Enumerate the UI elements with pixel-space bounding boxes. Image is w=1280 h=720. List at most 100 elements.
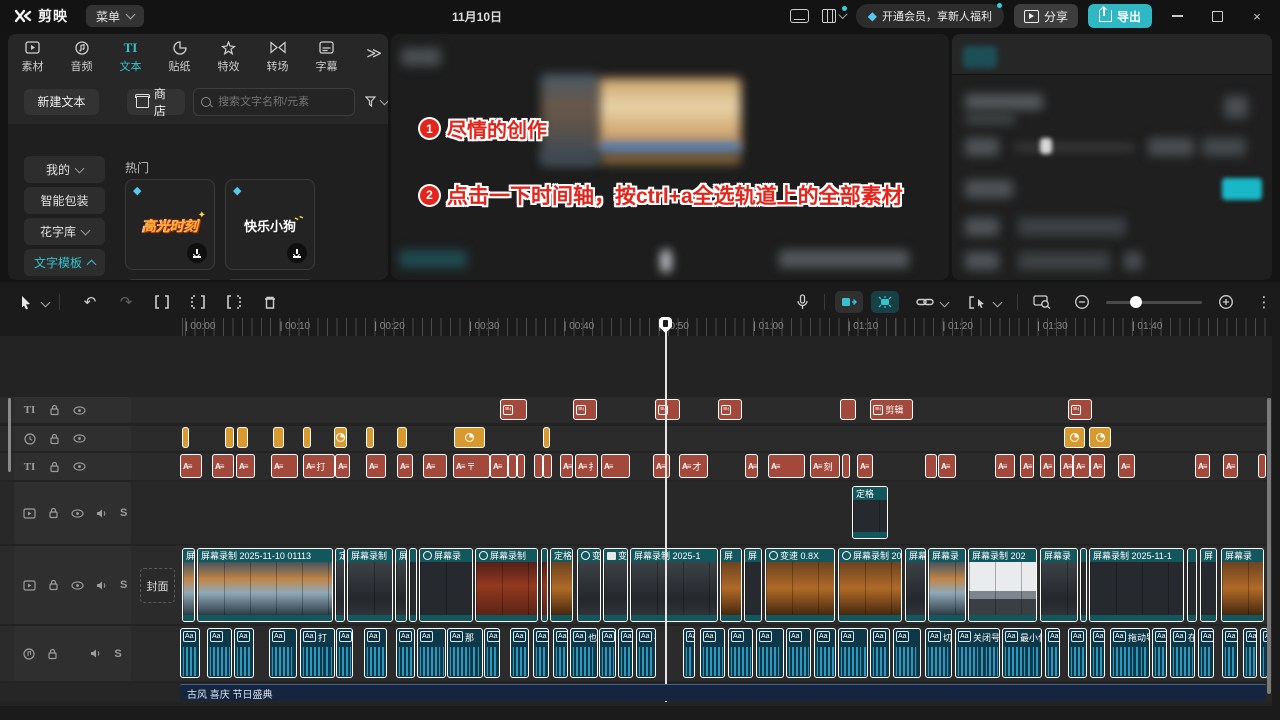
search-box[interactable] bbox=[193, 88, 355, 116]
eye-icon[interactable] bbox=[73, 406, 86, 415]
text-template-clip[interactable]: ≡‹ bbox=[1068, 399, 1092, 420]
effect-clip[interactable] bbox=[225, 427, 234, 448]
zoom-slider-knob[interactable] bbox=[1130, 296, 1142, 308]
text-clip[interactable]: A≡ bbox=[490, 454, 508, 478]
video-clip[interactable] bbox=[541, 548, 548, 622]
audio-text-clip[interactable]: Aa拖动导 bbox=[1110, 628, 1150, 678]
lock-icon[interactable] bbox=[48, 461, 61, 473]
window-minimize-button[interactable] bbox=[1162, 0, 1192, 32]
video-clip[interactable]: 屏 bbox=[182, 548, 195, 622]
video-clip[interactable]: 屏幕录制 2025-11-10 01113 bbox=[197, 548, 333, 622]
video-icon[interactable] bbox=[23, 580, 36, 591]
video-clip[interactable]: 屏 bbox=[1200, 548, 1217, 622]
audio-text-clip[interactable]: Aa bbox=[728, 628, 753, 678]
video-clip[interactable]: 屏幕 bbox=[905, 548, 926, 622]
text-clip[interactable] bbox=[508, 454, 517, 478]
download-button[interactable] bbox=[187, 243, 207, 263]
text-clip[interactable]: A≡ bbox=[397, 454, 413, 478]
share-button[interactable]: 分享 bbox=[1014, 4, 1078, 28]
audio-icon[interactable] bbox=[23, 648, 35, 660]
video-clip[interactable]: 变速 0.8X bbox=[765, 548, 835, 622]
window-close-button[interactable]: × bbox=[1242, 0, 1272, 32]
audio-text-clip[interactable]: Aa bbox=[269, 628, 297, 678]
text-clip[interactable]: A≡ bbox=[1118, 454, 1135, 478]
audio-text-clip[interactable]: Aa bbox=[1045, 628, 1060, 678]
solo-label[interactable]: S bbox=[114, 648, 122, 660]
template-card-partial[interactable]: ◆＼!／ bbox=[225, 279, 315, 280]
layout-panels-icon[interactable] bbox=[822, 7, 846, 25]
clock-icon[interactable] bbox=[23, 433, 36, 445]
freeze-frame-clip[interactable]: 定格 bbox=[852, 486, 888, 539]
video-clip[interactable]: 屏幕录制 20 bbox=[838, 548, 902, 622]
audio-text-clip[interactable]: Aa也 bbox=[570, 628, 598, 678]
eye-icon[interactable] bbox=[73, 434, 86, 443]
audio-text-clip[interactable]: Aa bbox=[1068, 628, 1087, 678]
video-clip[interactable]: 屏幕录制 bbox=[347, 548, 393, 622]
split-delete-right-button[interactable] bbox=[222, 290, 246, 314]
timeline-ruler[interactable]: 00:0000:1000:2000:3000:4000:5001:0001:10… bbox=[0, 318, 1272, 336]
video-clip[interactable]: 屏幕录制 2025-11-1 bbox=[1089, 548, 1184, 622]
audio-text-clip[interactable]: Aa bbox=[1243, 628, 1257, 678]
text-clip[interactable]: A≡ bbox=[335, 454, 350, 478]
store-button[interactable]: 商店 bbox=[127, 89, 185, 115]
sidebar-item-fancy-text[interactable]: 花字库 bbox=[24, 218, 105, 245]
lock-icon[interactable] bbox=[47, 648, 58, 660]
effect-clip[interactable] bbox=[1089, 427, 1111, 448]
text-clip[interactable]: A≡ bbox=[768, 454, 805, 478]
text-template-clip[interactable] bbox=[840, 399, 856, 420]
text-clip[interactable]: A≡ bbox=[560, 454, 573, 478]
split-button[interactable] bbox=[150, 290, 174, 314]
shortcut-keyboard-icon[interactable] bbox=[788, 7, 812, 25]
text-clip[interactable]: A≡ bbox=[1195, 454, 1210, 478]
download-button[interactable] bbox=[287, 243, 307, 263]
audio-text-clip[interactable]: Aa bbox=[234, 628, 254, 678]
audio-text-clip[interactable]: Aa bbox=[396, 628, 415, 678]
text-clip[interactable]: A≡〒 bbox=[453, 454, 490, 478]
track-header-scrollbar[interactable] bbox=[8, 398, 11, 472]
text-clip[interactable]: A≡ bbox=[271, 454, 298, 478]
audio-text-clip[interactable]: Aa bbox=[870, 628, 890, 678]
text-clip[interactable]: A≡ bbox=[1060, 454, 1073, 478]
track-lane-fx[interactable] bbox=[0, 426, 1272, 451]
lock-icon[interactable] bbox=[48, 507, 59, 519]
speaker-icon[interactable] bbox=[90, 648, 102, 659]
effect-clip[interactable] bbox=[273, 427, 284, 448]
tab-audio[interactable]: 音频 bbox=[57, 34, 106, 79]
audio-text-clip[interactable]: Aa bbox=[1198, 628, 1214, 678]
text-clip[interactable]: A≡ bbox=[1223, 454, 1238, 478]
audio-text-clip[interactable]: Aa bbox=[618, 628, 633, 678]
effect-clip[interactable] bbox=[237, 427, 248, 448]
playhead-line[interactable] bbox=[665, 320, 667, 702]
tab-captions[interactable]: 字幕 bbox=[302, 34, 351, 79]
track-header-video[interactable]: S bbox=[14, 546, 131, 624]
solo-label[interactable]: S bbox=[120, 507, 127, 519]
tab-sticker[interactable]: 贴纸 bbox=[155, 34, 204, 79]
text-clip[interactable]: A≡ bbox=[995, 454, 1015, 478]
text-clip[interactable]: A≡打 bbox=[303, 454, 335, 478]
tab-text[interactable]: TI文本 bbox=[106, 34, 155, 79]
export-button[interactable]: 导出 bbox=[1088, 4, 1152, 28]
track-header-txt[interactable]: TI bbox=[14, 453, 131, 480]
audio-text-clip[interactable]: Aa bbox=[510, 628, 529, 678]
filter-button[interactable] bbox=[365, 96, 388, 108]
audio-text-clip[interactable]: Aa bbox=[683, 628, 695, 678]
audio-text-clip[interactable]: Aa bbox=[1222, 628, 1238, 678]
text-clip[interactable]: A≡ bbox=[1040, 454, 1055, 478]
audio-text-clip[interactable]: Aa bbox=[786, 628, 811, 678]
video-clip[interactable]: 屏幕录制 202 bbox=[968, 548, 1037, 622]
audio-text-clip[interactable]: Aa bbox=[484, 628, 500, 678]
track-lane-video[interactable]: 屏屏幕录制 2025-11-10 01113定屏幕录制屏屏幕录屏幕录制定格变变屏… bbox=[0, 546, 1272, 624]
text-clip[interactable] bbox=[543, 454, 552, 478]
effect-clip[interactable] bbox=[303, 427, 311, 448]
zoom-out-button[interactable] bbox=[1070, 290, 1094, 314]
audio-text-clip[interactable]: Aa bbox=[207, 628, 232, 678]
video-clip[interactable]: 变 bbox=[577, 548, 601, 622]
audio-text-clip[interactable]: Aa bbox=[417, 628, 446, 678]
template-card[interactable]: ◆快乐小狗、、 bbox=[225, 179, 315, 270]
track-lane-txt[interactable]: A≡A≡A≡A≡A≡打A≡A≡A≡A≡A≡〒A≡A≡A≡扌A≡A≡A≡才A≡A≡… bbox=[0, 453, 1272, 480]
delete-button[interactable] bbox=[258, 290, 282, 314]
more-tabs-button[interactable]: ≫ bbox=[366, 44, 382, 62]
track-lane-tpl[interactable]: ≡‹≡‹≡‹≡‹≡‹剪辑≡‹ bbox=[0, 397, 1272, 423]
video-clip[interactable]: 屏幕录 bbox=[419, 548, 473, 622]
effect-clip[interactable] bbox=[454, 427, 485, 448]
